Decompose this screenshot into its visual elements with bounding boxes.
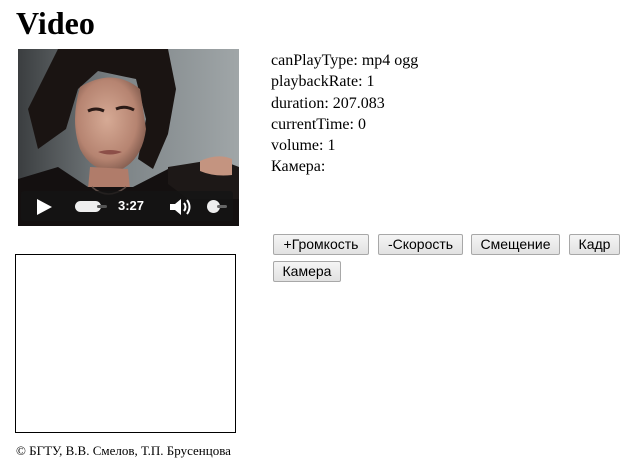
volume-slider[interactable] <box>217 205 227 208</box>
offset-button[interactable]: Смещение <box>471 234 560 255</box>
speed-down-button[interactable]: -Скорость <box>378 234 463 255</box>
playback-rate-line: playbackRate: 1 <box>271 73 375 91</box>
seek-bar[interactable] <box>97 205 107 208</box>
page-title: Video <box>16 5 95 41</box>
video-controls: 3:27 <box>21 191 233 221</box>
volume-up-button[interactable]: +Громкость <box>273 234 369 255</box>
media-info: canPlayType: mp4 ogg playbackRate: 1 dur… <box>271 50 418 178</box>
video-player[interactable]: 3:27 <box>18 49 239 226</box>
camera-line: Камера: <box>271 158 326 176</box>
camera-button[interactable]: Камера <box>273 261 341 282</box>
speaker-icon[interactable] <box>169 197 193 217</box>
time-display: 3:27 <box>118 198 145 213</box>
footer-copyright: © БГТУ, В.В. Смелов, Т.П. Брусенцова <box>16 443 231 458</box>
frame-button[interactable]: Кадр <box>569 234 620 255</box>
page: Video 3:27 canPlayType: mp4 ogg playback… <box>0 0 629 461</box>
can-play-type-line: canPlayType: mp4 ogg <box>271 52 419 69</box>
current-time-line: currentTime: 0 <box>271 115 366 133</box>
frame-canvas <box>15 254 236 433</box>
volume-line: volume: 1 <box>271 137 336 155</box>
play-icon[interactable] <box>35 198 53 216</box>
duration-line: duration: 207.083 <box>271 94 385 112</box>
